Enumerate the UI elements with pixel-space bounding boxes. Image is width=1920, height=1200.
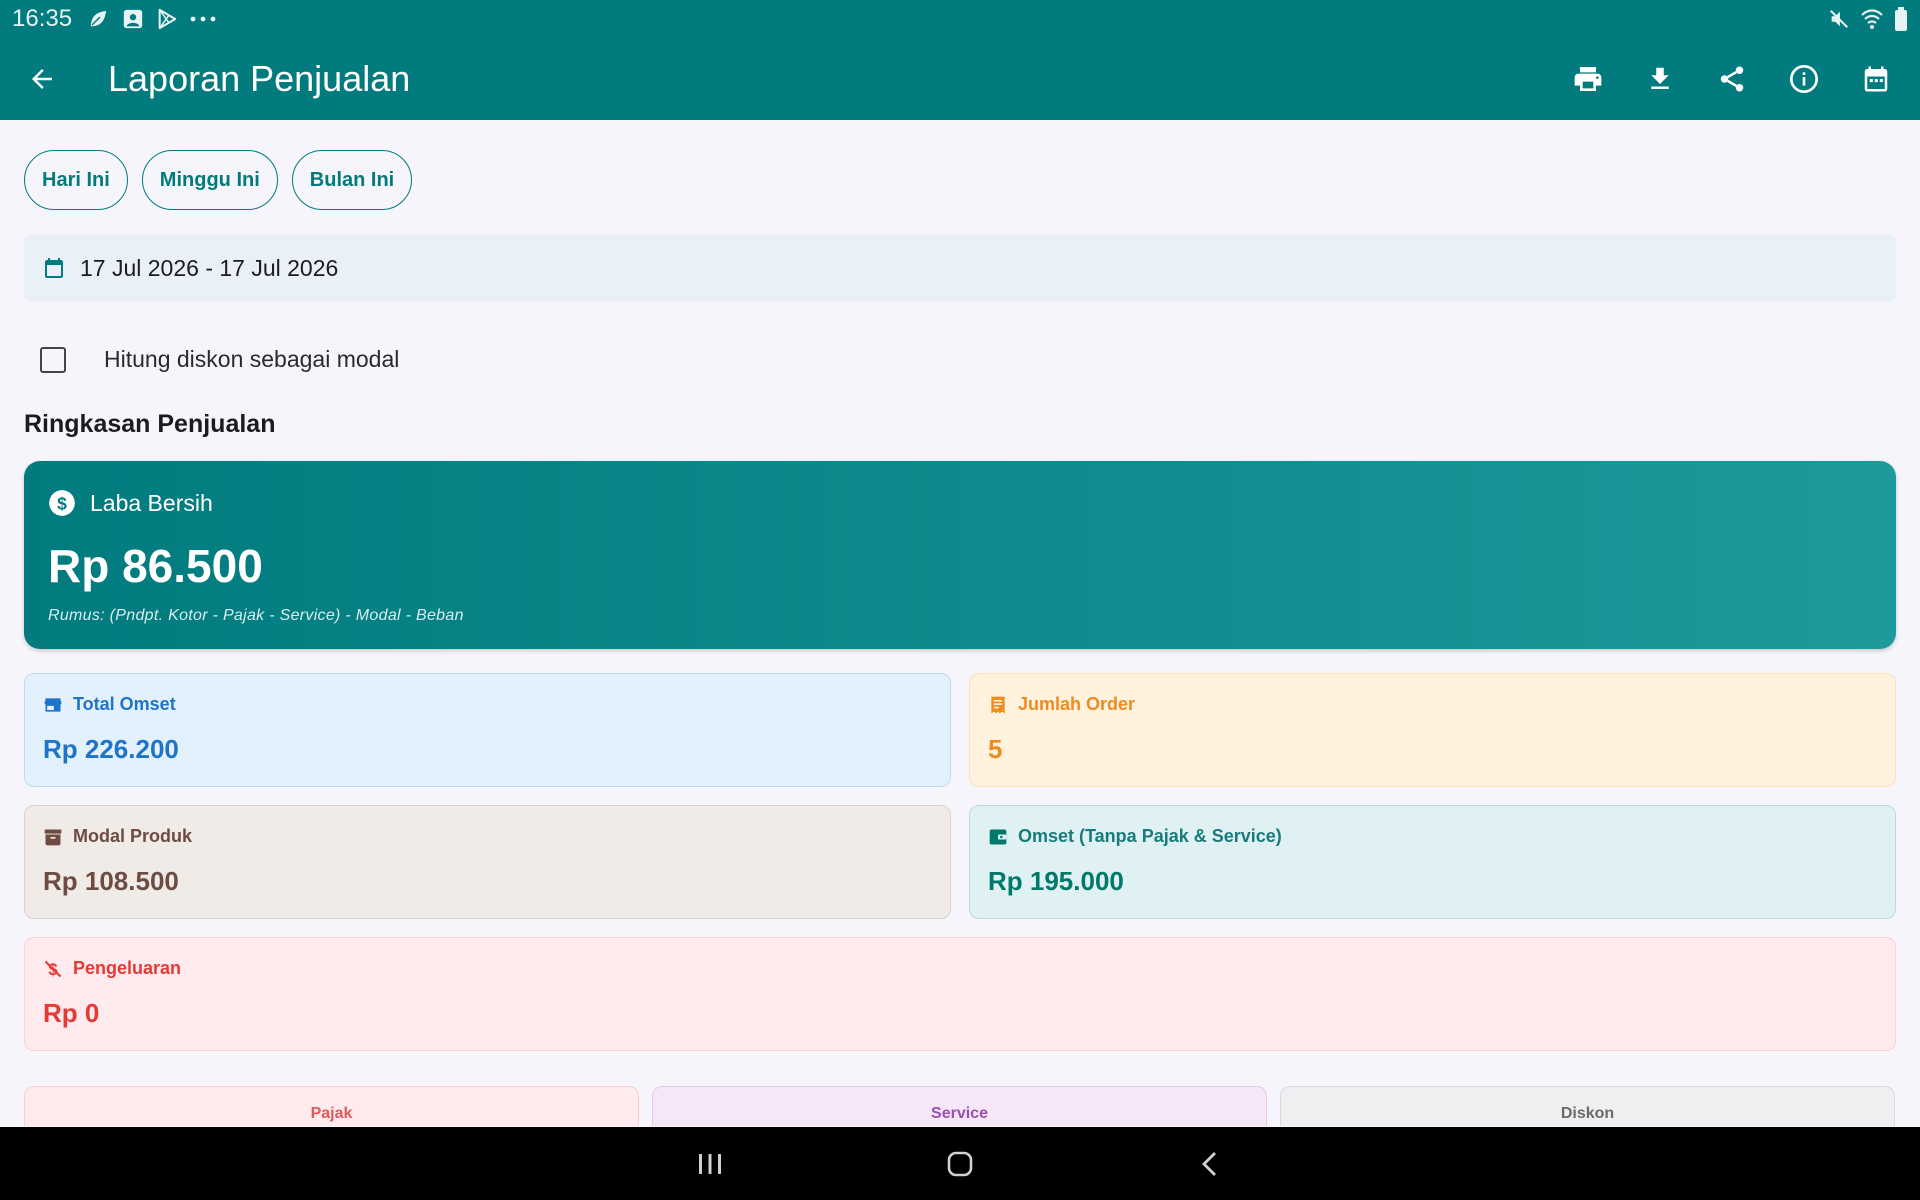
net-profit-card: $ Laba Bersih Rp 86.500 Rumus: (Pndpt. K… bbox=[24, 461, 1896, 649]
play-store-icon bbox=[158, 8, 177, 30]
total-omset-value: Rp 226.200 bbox=[43, 734, 179, 764]
expenses-card: $ Pengeluaran Rp 0 bbox=[24, 937, 1896, 1051]
chevron-left-icon bbox=[1202, 1151, 1216, 1176]
battery-icon bbox=[1895, 7, 1907, 31]
calendar-icon bbox=[1864, 66, 1888, 92]
discount-as-cost-checkbox[interactable] bbox=[40, 346, 66, 373]
calendar-button[interactable] bbox=[1840, 43, 1912, 115]
svg-text:$: $ bbox=[57, 493, 67, 513]
service-card: Service bbox=[652, 1086, 1267, 1126]
order-count-card: Jumlah Order 5 bbox=[969, 673, 1896, 787]
expenses-label: Pengeluaran bbox=[73, 958, 182, 978]
download-button[interactable] bbox=[1624, 43, 1696, 115]
app-bar: Laporan Penjualan bbox=[0, 38, 1920, 120]
system-nav-bar bbox=[0, 1127, 1920, 1200]
info-button[interactable] bbox=[1768, 43, 1840, 115]
home-button[interactable] bbox=[930, 1134, 990, 1194]
checkbox-label: Hitung diskon sebagai modal bbox=[104, 346, 400, 372]
print-icon bbox=[1574, 67, 1602, 91]
more-dots-icon bbox=[190, 16, 216, 22]
tax-card: Pajak bbox=[24, 1086, 639, 1126]
status-bar: 16:35 bbox=[0, 0, 1920, 38]
product-cost-card: Modal Produk Rp 108.500 bbox=[24, 805, 951, 919]
wifi-icon bbox=[1861, 9, 1883, 29]
omset-net-label: Omset (Tanpa Pajak & Service) bbox=[1018, 826, 1282, 846]
expenses-value: Rp 0 bbox=[43, 998, 100, 1028]
omset-net-card: Omset (Tanpa Pajak & Service) Rp 195.000 bbox=[969, 805, 1896, 919]
money-off-icon: $ bbox=[44, 959, 62, 978]
order-count-label: Jumlah Order bbox=[1018, 694, 1136, 714]
date-range-text: 17 Jul 2026 - 17 Jul 2026 bbox=[80, 254, 339, 281]
chip-this-month[interactable]: Bulan Ini bbox=[291, 150, 413, 210]
tax-label: Pajak bbox=[310, 1105, 353, 1122]
product-cost-label: Modal Produk bbox=[73, 826, 193, 846]
service-label: Service bbox=[931, 1105, 988, 1122]
home-icon bbox=[947, 1151, 973, 1176]
back-nav-button[interactable] bbox=[1180, 1134, 1240, 1194]
dollar-circle-icon: $ bbox=[49, 490, 75, 516]
info-icon bbox=[1790, 65, 1818, 93]
net-profit-formula: Rumus: (Pndpt. Kotor - Pajak - Service) … bbox=[48, 607, 464, 624]
discount-as-cost-row[interactable]: Hitung diskon sebagai modal bbox=[40, 346, 399, 373]
date-range-selector[interactable]: 17 Jul 2026 - 17 Jul 2026 bbox=[24, 234, 1896, 302]
download-icon bbox=[1651, 67, 1669, 89]
calendar-icon bbox=[45, 258, 63, 278]
store-icon bbox=[44, 697, 62, 712]
recent-apps-icon bbox=[699, 1153, 721, 1174]
total-omset-card: Total Omset Rp 226.200 bbox=[24, 673, 951, 787]
arrow-back-icon bbox=[32, 69, 52, 89]
mute-icon bbox=[1830, 10, 1848, 28]
share-icon bbox=[1720, 66, 1744, 92]
chip-today[interactable]: Hari Ini bbox=[24, 150, 128, 210]
leaf-icon bbox=[89, 9, 108, 28]
print-button[interactable] bbox=[1552, 43, 1624, 115]
product-cost-value: Rp 108.500 bbox=[43, 866, 179, 896]
wallet-icon bbox=[989, 829, 1007, 844]
notification-app-icon bbox=[123, 9, 143, 29]
discount-label: Diskon bbox=[1560, 1105, 1615, 1122]
chip-this-week[interactable]: Minggu Ini bbox=[141, 150, 278, 210]
order-count-value: 5 bbox=[988, 734, 1003, 764]
summary-title: Ringkasan Penjualan bbox=[24, 410, 276, 438]
status-time: 16:35 bbox=[12, 5, 73, 32]
discount-card: Diskon bbox=[1280, 1086, 1895, 1126]
receipt-icon bbox=[991, 696, 1005, 713]
net-profit-label: Laba Bersih bbox=[90, 489, 213, 516]
omset-net-value: Rp 195.000 bbox=[988, 866, 1124, 896]
archive-box-icon bbox=[44, 829, 62, 845]
total-omset-label: Total Omset bbox=[73, 694, 176, 714]
back-button[interactable] bbox=[0, 38, 84, 120]
share-button[interactable] bbox=[1696, 43, 1768, 115]
page-title: Laporan Penjualan bbox=[108, 58, 411, 99]
period-filter-chips: Hari Ini Minggu Ini Bulan Ini bbox=[24, 150, 413, 210]
recent-apps-button[interactable] bbox=[680, 1134, 740, 1194]
net-profit-value: Rp 86.500 bbox=[48, 540, 263, 592]
